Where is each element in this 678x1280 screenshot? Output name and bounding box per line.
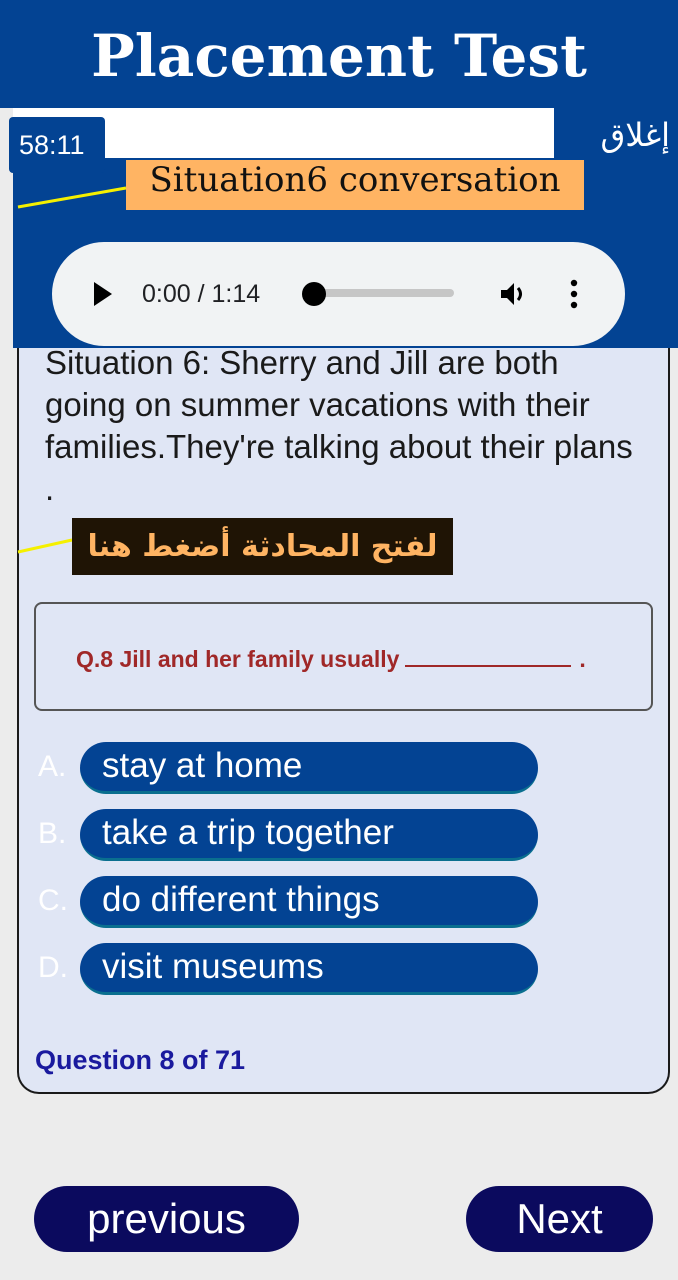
question-box: Q.8 Jill and her family usually. xyxy=(34,602,653,711)
question-progress: Question 8 of 71 xyxy=(35,1045,246,1075)
situation-title: Situation6 conversation xyxy=(126,160,584,210)
next-button[interactable]: Next xyxy=(466,1186,653,1252)
question-stem: Q.8 Jill and her family usually xyxy=(76,646,400,672)
audio-player[interactable]: 0:00 / 1:14 xyxy=(52,242,625,346)
app-header: Placement Test xyxy=(0,0,678,108)
option-letter-c: C. xyxy=(38,884,68,917)
question-blank xyxy=(405,647,572,667)
play-icon[interactable] xyxy=(92,280,114,308)
option-c-button[interactable]: do different things xyxy=(80,876,538,928)
more-options-icon[interactable] xyxy=(568,278,580,310)
open-conversation-button[interactable]: لفتح المحادثة أضغط هنا xyxy=(72,518,453,575)
close-button[interactable]: إغلاق xyxy=(566,112,670,158)
audio-seek-bar[interactable] xyxy=(312,289,454,297)
option-letter-d: D. xyxy=(38,951,68,984)
audio-time: 0:00 / 1:14 xyxy=(142,280,261,308)
previous-button[interactable]: previous xyxy=(34,1186,299,1252)
audio-seek-thumb[interactable] xyxy=(302,282,326,306)
question-text: Q.8 Jill and her family usually. xyxy=(76,644,586,674)
option-letter-b: B. xyxy=(38,817,67,850)
option-a-button[interactable]: stay at home xyxy=(80,742,538,794)
situation-description: Situation 6: Sherry and Jill are both go… xyxy=(45,344,633,507)
question-end: . xyxy=(579,646,586,672)
page-title: Placement Test xyxy=(91,22,587,90)
option-letter-a: A. xyxy=(38,750,67,783)
countdown-timer: 58:11 xyxy=(9,117,105,173)
volume-icon[interactable] xyxy=(498,278,530,310)
option-b-button[interactable]: take a trip together xyxy=(80,809,538,861)
option-d-button[interactable]: visit museums xyxy=(80,943,538,995)
